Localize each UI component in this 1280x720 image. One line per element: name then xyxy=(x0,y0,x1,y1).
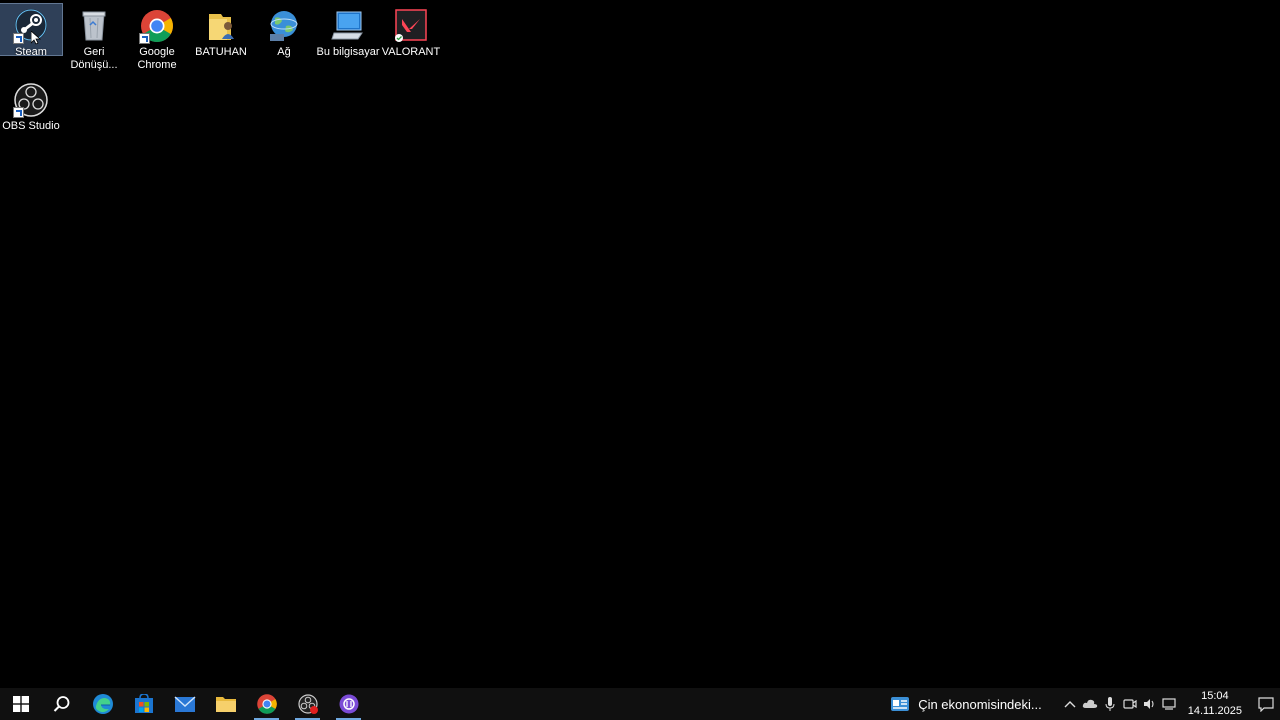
desktop-icon-label: Google Chrome xyxy=(137,46,177,71)
shortcut-arrow-icon xyxy=(139,33,150,44)
desktop: Steam Geri Dönüşü... Google Chrome BATUH… xyxy=(0,0,1280,688)
windows-logo-icon xyxy=(12,696,29,712)
user-folder-icon xyxy=(203,8,239,44)
this-pc-icon xyxy=(330,8,366,44)
obs-icon xyxy=(13,82,49,118)
news-icon xyxy=(891,697,910,711)
taskbar: Çin ekonomisindeki... 15:04 14.11.2025 xyxy=(0,688,1280,720)
system-tray: Çin ekonomisindeki... 15:04 14.11.2025 xyxy=(890,688,1280,720)
recycle-bin-icon xyxy=(76,8,112,44)
search-icon xyxy=(53,696,69,712)
store-icon xyxy=(134,694,153,713)
desktop-icon-label: Steam xyxy=(15,46,47,58)
folder-icon xyxy=(215,697,236,712)
valorant-icon xyxy=(393,8,429,44)
chevron-up-icon xyxy=(1064,701,1076,708)
desktop-icon-label: VALORANT xyxy=(381,46,441,58)
app-icon xyxy=(339,694,358,714)
clock-date: 14.11.2025 xyxy=(1187,705,1242,717)
news-headline: Çin ekonomisindeki... xyxy=(918,696,1042,712)
desktop-icon-label: Bu bilgisayar xyxy=(316,46,380,58)
desktop-icon-recycle-bin[interactable]: Geri Dönüşü... xyxy=(63,4,125,72)
onedrive-button[interactable] xyxy=(1080,688,1100,720)
news-widget[interactable]: Çin ekonomisindeki... xyxy=(890,694,1042,714)
network-icon xyxy=(266,8,302,44)
taskbar-app[interactable] xyxy=(328,688,369,720)
desktop-icon-steam[interactable]: Steam xyxy=(0,3,63,58)
taskbar-edge[interactable] xyxy=(82,688,123,720)
clock-time: 15:04 xyxy=(1201,690,1229,702)
obs-icon xyxy=(297,694,318,714)
volume-button[interactable] xyxy=(1140,688,1160,720)
chrome-icon xyxy=(139,8,175,44)
desktop-icon-network[interactable]: Ağ xyxy=(253,4,315,59)
taskbar-mail[interactable] xyxy=(164,688,205,720)
microphone-button[interactable] xyxy=(1100,688,1120,720)
taskbar-file-explorer[interactable] xyxy=(205,688,246,720)
speaker-icon xyxy=(1143,699,1154,709)
taskbar-store[interactable] xyxy=(123,688,164,720)
desktop-icon-label: BATUHAN xyxy=(195,46,247,58)
edge-icon xyxy=(92,694,113,714)
chrome-icon xyxy=(256,694,277,714)
desktop-icon-chrome[interactable]: Google Chrome xyxy=(126,4,188,72)
network-status-button[interactable] xyxy=(1160,688,1180,720)
desktop-icon-label: OBS Studio xyxy=(2,120,60,132)
camera-icon xyxy=(1123,699,1137,709)
cloud-icon xyxy=(1082,699,1097,708)
mail-icon xyxy=(173,696,196,712)
desktop-icon-label: Ağ xyxy=(277,46,291,58)
microphone-icon xyxy=(1105,697,1115,711)
shortcut-arrow-icon xyxy=(13,107,24,118)
desktop-icon-user-folder[interactable]: BATUHAN xyxy=(190,4,252,59)
desktop-icon-obs[interactable]: OBS Studio xyxy=(0,78,62,133)
taskbar-obs[interactable] xyxy=(287,688,328,720)
ethernet-icon xyxy=(1162,698,1176,710)
clock[interactable]: 15:04 14.11.2025 xyxy=(1188,689,1242,719)
desktop-icon-valorant[interactable]: VALORANT xyxy=(380,4,442,59)
shortcut-arrow-icon xyxy=(13,33,24,44)
taskbar-chrome[interactable] xyxy=(246,688,287,720)
meet-now-button[interactable] xyxy=(1120,688,1140,720)
search-button[interactable] xyxy=(41,688,82,720)
action-center-button[interactable] xyxy=(1252,688,1280,720)
desktop-icon-label: Geri Dönüşü... xyxy=(70,46,118,71)
show-hidden-icons-button[interactable] xyxy=(1060,688,1080,720)
desktop-icon-this-pc[interactable]: Bu bilgisayar xyxy=(316,4,380,59)
notification-icon xyxy=(1258,697,1274,712)
start-button[interactable] xyxy=(0,688,41,720)
